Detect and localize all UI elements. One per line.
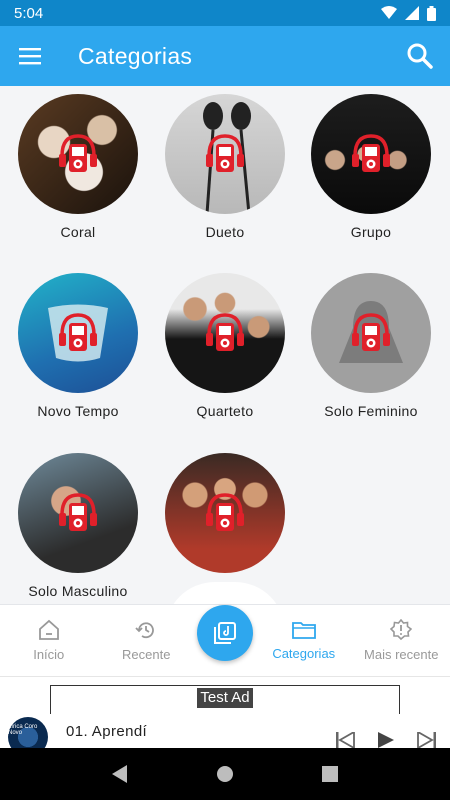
- headphones-player-icon: [59, 493, 97, 531]
- home-icon: [38, 619, 59, 640]
- album-cover: Lírica Coro Novo: [8, 717, 48, 748]
- status-time: 5:04: [14, 4, 44, 22]
- track-title: 01. Aprendí: [66, 722, 148, 740]
- new-badge-icon: [390, 619, 413, 641]
- headphones-player-icon: [206, 493, 244, 531]
- nav-item-categorias[interactable]: Categorias: [255, 605, 353, 676]
- category-grupo[interactable]: Grupo: [298, 94, 444, 240]
- nav-label: Recente: [122, 647, 171, 662]
- category-label: Solo Masculino: [28, 583, 128, 599]
- category-label: Grupo: [350, 224, 392, 240]
- nav-item-mais-recente[interactable]: Mais recente: [353, 605, 450, 676]
- category-solo-masculino[interactable]: Solo Masculino: [5, 453, 151, 599]
- ad-label: Test Ad: [197, 688, 253, 708]
- headphones-player-icon: [59, 134, 97, 172]
- home-button-icon[interactable]: [216, 765, 234, 783]
- nav-item-recente[interactable]: Recente: [98, 605, 196, 676]
- category-image: [18, 273, 138, 393]
- menu-button[interactable]: [0, 26, 60, 86]
- category-image: [311, 94, 431, 214]
- album-cover-text: Lírica Coro Novo: [8, 724, 38, 736]
- category-item-8[interactable]: [152, 453, 298, 583]
- wifi-icon: [381, 6, 397, 19]
- headphones-player-icon: [352, 134, 390, 172]
- previous-icon[interactable]: [336, 732, 356, 748]
- headphones-player-icon: [206, 134, 244, 172]
- headphones-player-icon: [59, 313, 97, 351]
- folder-icon: [291, 622, 316, 639]
- next-icon[interactable]: [416, 732, 436, 748]
- category-label: Novo Tempo: [37, 403, 119, 419]
- nav-label: Categorias: [272, 646, 336, 661]
- mini-player[interactable]: Lírica Coro Novo 01. Aprendí: [0, 714, 450, 748]
- system-navigation-bar: [0, 748, 450, 800]
- category-image: [165, 94, 285, 214]
- now-playing-button[interactable]: [197, 605, 253, 661]
- status-bar: 5:04: [0, 0, 450, 26]
- category-novo-tempo[interactable]: Novo Tempo: [5, 273, 151, 419]
- search-icon: [407, 43, 433, 69]
- status-icons: [381, 5, 436, 21]
- recents-icon[interactable]: [322, 766, 338, 782]
- ad-banner[interactable]: Test Ad: [0, 676, 450, 719]
- hamburger-icon: [19, 48, 41, 65]
- category-image: [18, 94, 138, 214]
- search-button[interactable]: [390, 26, 450, 86]
- headphones-player-icon: [352, 313, 390, 351]
- back-icon[interactable]: [112, 765, 128, 783]
- category-image: [18, 453, 138, 573]
- nav-label: Início: [33, 647, 65, 662]
- category-label: Coral: [60, 224, 96, 240]
- category-image: [165, 273, 285, 393]
- player-controls: [336, 732, 436, 748]
- signal-icon: [405, 6, 419, 20]
- app-bar: Categorias: [0, 26, 450, 86]
- nav-item-inicio[interactable]: Início: [0, 605, 98, 676]
- category-coral[interactable]: Coral: [5, 94, 151, 240]
- battery-icon: [427, 5, 436, 21]
- category-label: Dueto: [205, 224, 245, 240]
- category-grid: Coral Dueto Grupo Novo Tempo Quarteto So…: [0, 86, 450, 606]
- music-library-icon: [214, 622, 236, 644]
- category-solo-feminino[interactable]: Solo Feminino: [298, 273, 444, 419]
- headphones-player-icon: [206, 313, 244, 351]
- category-label: Quarteto: [196, 403, 254, 419]
- category-image: [165, 453, 285, 573]
- category-label: Solo Feminino: [324, 403, 418, 419]
- play-icon[interactable]: [376, 732, 396, 748]
- history-icon: [135, 622, 155, 639]
- page-title: Categorias: [78, 42, 193, 69]
- category-quarteto[interactable]: Quarteto: [152, 273, 298, 419]
- category-image: [311, 273, 431, 393]
- nav-label: Mais recente: [364, 647, 439, 662]
- category-dueto[interactable]: Dueto: [152, 94, 298, 240]
